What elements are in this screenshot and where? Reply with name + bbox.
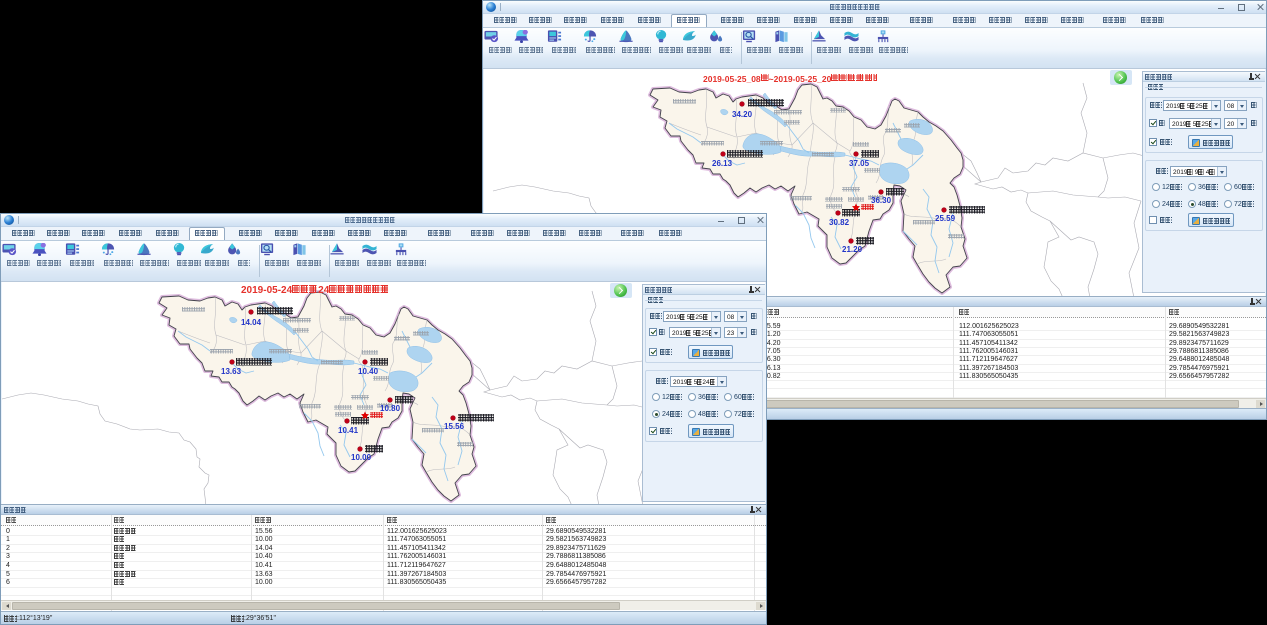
svg-text:26.13: 26.13 xyxy=(712,159,733,168)
svg-text:25.59: 25.59 xyxy=(935,214,956,223)
svg-text:36.30: 36.30 xyxy=(871,196,892,205)
svg-text:10.80: 10.80 xyxy=(380,404,401,413)
svg-text:10.40: 10.40 xyxy=(358,367,379,376)
svg-text:37.05: 37.05 xyxy=(849,159,870,168)
svg-text:15.56: 15.56 xyxy=(444,422,465,431)
svg-text:34.20: 34.20 xyxy=(732,110,753,119)
svg-text:30.82: 30.82 xyxy=(829,218,850,227)
svg-text:10.41: 10.41 xyxy=(338,426,359,435)
svg-text:10.00: 10.00 xyxy=(351,453,372,462)
svg-text:13.63: 13.63 xyxy=(221,367,242,376)
svg-text:14.04: 14.04 xyxy=(241,318,262,327)
svg-text:21.20: 21.20 xyxy=(842,245,863,254)
